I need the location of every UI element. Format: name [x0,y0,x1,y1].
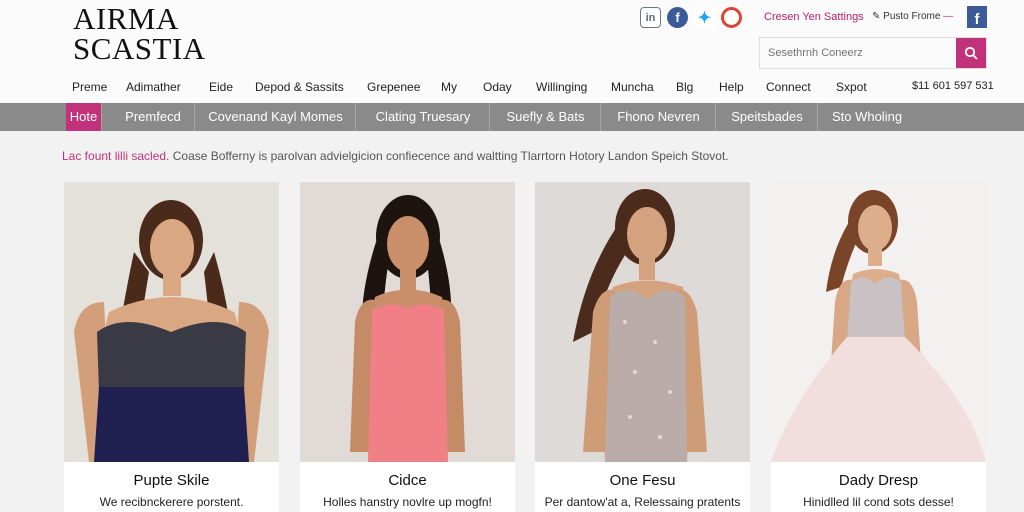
nav-item[interactable]: Eide [209,80,233,94]
tab-category-1[interactable]: Premfecd [112,103,195,131]
nav-item[interactable]: Connect [766,80,811,94]
brand-line-2: SCASTIA [73,31,206,66]
nav-item[interactable]: Adimather [126,80,181,94]
product-name[interactable]: Pupte Skile [64,472,279,489]
twitter-icon[interactable]: ✦ [694,7,715,28]
brand-logo[interactable]: AIRMA SCASTIA [73,1,206,66]
site-header: AIRMA SCASTIA in f ✦ Cresen Yen Sattings… [0,0,1024,103]
tab-category-6[interactable]: Speitsbades [717,103,818,131]
search-input[interactable] [760,38,956,68]
nav-item[interactable]: Help [719,80,744,94]
product-image[interactable] [64,182,279,462]
tab-category-7[interactable]: Sto Wholing [819,103,915,131]
tab-category-4[interactable]: Suefly & Bats [491,103,601,131]
product-description: Per dantow'at a, Relessaing pratents [544,495,741,509]
product-card[interactable]: Cidce Holles hanstry novlre up mogfn! [300,182,515,512]
top-nav: Preme Adimather Eide Depod & Sassits Gre… [0,78,1024,98]
product-description: We recibnckerere porstent. [99,495,244,509]
dash-icon: — [943,11,954,22]
search-icon [964,46,978,60]
product-image[interactable] [771,182,986,462]
tab-category-3[interactable]: Clating Truesary [357,103,490,131]
nav-item[interactable]: Preme [72,80,107,94]
product-name[interactable]: One Fesu [535,472,750,489]
nav-item[interactable]: Willinging [536,80,587,94]
google-icon[interactable] [721,7,742,28]
product-card[interactable]: Pupte Skile We recibnckerere porstent. [64,182,279,512]
product-description: Holles hanstry novlre up mogfn! [323,495,492,509]
info-text: Coase Bofferny is parolvan advielgicion … [172,149,729,163]
profile-link[interactable]: ✎ Pusto Frome — [872,11,953,22]
info-highlight: Lac fount lilli sacled. [62,149,170,163]
linkedin-icon[interactable]: in [640,7,661,28]
facebook-icon[interactable]: f [667,7,688,28]
nav-item[interactable]: Oday [483,80,512,94]
category-bar: Hote Premfecd Covenand Kayl Momes Clatin… [0,103,1024,131]
nav-item[interactable]: Blg [676,80,693,94]
brand-line-1: AIRMA [73,1,179,36]
search-button[interactable] [956,38,986,68]
product-card[interactable]: One Fesu Per dantow'at a, Relessaing pra… [535,182,750,512]
product-card[interactable]: Dady Dresp Hinidlled lil cond sots desse… [771,182,986,512]
product-name[interactable]: Dady Dresp [771,472,986,489]
phone-number: $11 601 597 531 [912,80,994,92]
product-name[interactable]: Cidce [300,472,515,489]
nav-item[interactable]: Grepenee [367,80,420,94]
nav-item[interactable]: Sxpot [836,80,867,94]
product-image[interactable] [300,182,515,462]
social-links: in f ✦ [640,7,742,28]
nav-item[interactable]: Muncha [611,80,654,94]
nav-item[interactable]: My [441,80,457,94]
nav-item[interactable]: Depod & Sassits [255,80,344,94]
tab-category-2[interactable]: Covenand Kayl Momes [196,103,356,131]
search-box [759,37,987,69]
tab-category-5[interactable]: Fhono Nevren [602,103,716,131]
profile-link-label: Pusto Frome [883,11,941,22]
product-description: Hinidlled lil cond sots desse! [803,495,954,509]
facebook-square-icon[interactable]: f [967,6,987,28]
tab-category-0[interactable]: Hote [66,103,102,131]
product-image[interactable] [535,182,750,462]
create-settings-link[interactable]: Cresen Yen Sattings [764,11,864,23]
info-message: Lac fount lilli sacled. Coase Bofferny i… [62,149,729,163]
